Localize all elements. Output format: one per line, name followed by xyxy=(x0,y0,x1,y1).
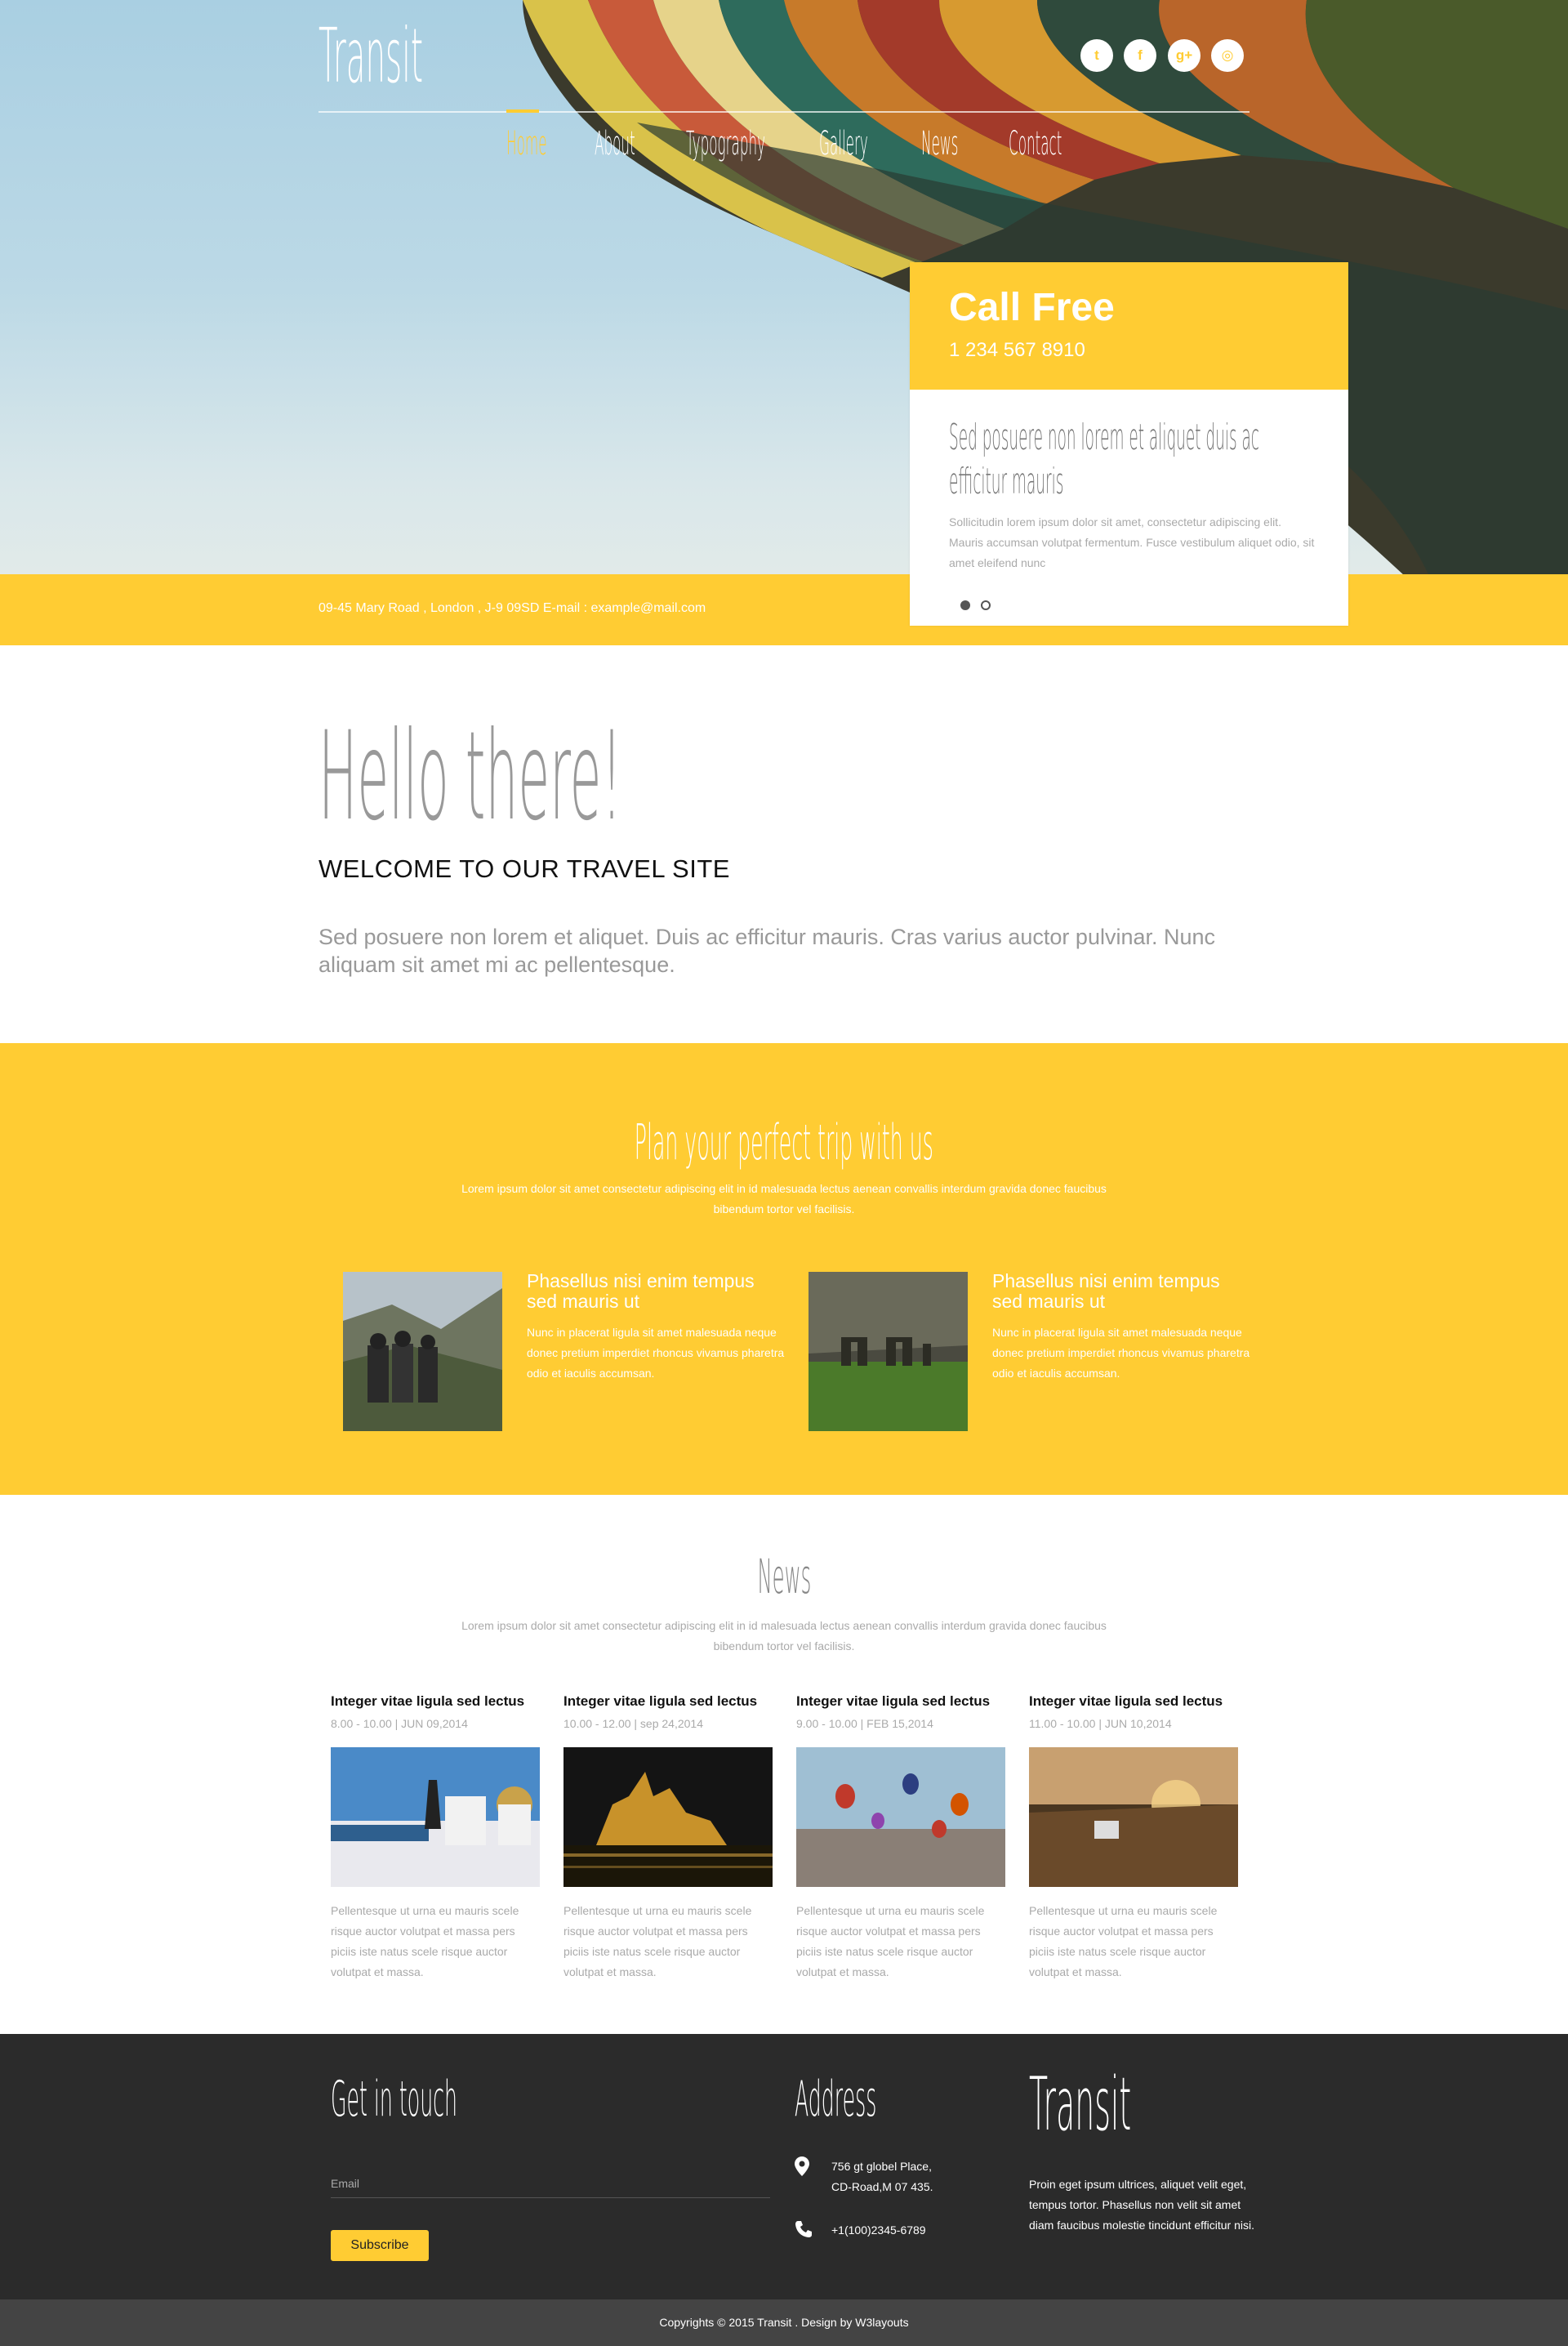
news-image-santorini[interactable] xyxy=(331,1747,540,1887)
news-item-title[interactable]: Integer vitae ligula sed lectus xyxy=(1029,1693,1223,1710)
footer: Get in touch Email Subscribe Address 756… xyxy=(0,2034,1568,2299)
feature-title: Phasellus nisi enim tempus sed mauris ut xyxy=(992,1270,1220,1312)
twitter-icon[interactable]: t xyxy=(1080,39,1113,72)
nav-active-indicator xyxy=(506,109,539,113)
contact-address: 09-45 Mary Road , London , J-9 09SD E-ma… xyxy=(318,601,706,615)
news-image-night-castle[interactable] xyxy=(564,1747,773,1887)
dribbble-icon[interactable]: ◎ xyxy=(1211,39,1244,72)
news-image-balloons[interactable] xyxy=(796,1747,1005,1887)
slider-dot[interactable] xyxy=(981,600,991,610)
slider-dot-active[interactable] xyxy=(960,600,970,610)
address-line: 756 gt globel Place, xyxy=(831,2160,932,2173)
nav-news[interactable]: News xyxy=(921,127,1009,160)
feature-image-hikers xyxy=(343,1272,502,1431)
slide-text: Sollicitudin lorem ipsum dolor sit amet,… xyxy=(949,515,1315,569)
plan-section: Plan your perfect trip with us Lorem ips… xyxy=(0,1043,1568,1495)
site-logo[interactable]: Transit xyxy=(318,19,564,94)
news-item-title[interactable]: Integer vitae ligula sed lectus xyxy=(331,1693,524,1710)
header-divider xyxy=(318,111,1250,113)
news-image-desert-car[interactable] xyxy=(1029,1747,1238,1887)
address-line: CD-Road,M 07 435. xyxy=(831,2180,933,2193)
plan-intro: Lorem ipsum dolor sit amet consectetur a… xyxy=(461,1182,1107,1215)
news-item-date: 9.00 - 10.00 | FEB 15,2014 xyxy=(796,1717,933,1730)
plan-title: Plan your perfect trip with us xyxy=(634,1114,934,1171)
nav-gallery[interactable]: Gallery xyxy=(819,127,935,160)
nav-home[interactable]: Home xyxy=(506,127,603,160)
address-title: Address xyxy=(795,2071,877,2128)
welcome-title: WELCOME TO OUR TRAVEL SITE xyxy=(318,854,730,883)
news-item-date: 10.00 - 12.00 | sep 24,2014 xyxy=(564,1717,703,1730)
feature-title: Phasellus nisi enim tempus sed mauris ut xyxy=(527,1270,755,1312)
feature-text: Nunc in placerat ligula sit amet malesua… xyxy=(992,1326,1250,1380)
slide-heading: Sed posuere non lorem et aliquet duis ac… xyxy=(949,417,1259,502)
news-item-text: Pellentesque ut urna eu mauris scele ris… xyxy=(331,1904,519,1978)
news-item-text: Pellentesque ut urna eu mauris scele ris… xyxy=(796,1904,985,1978)
get-in-touch-title: Get in touch xyxy=(331,2071,458,2128)
footer-phone: +1(100)2345-6789 xyxy=(831,2223,926,2237)
news-item-text: Pellentesque ut urna eu mauris scele ris… xyxy=(564,1904,752,1978)
welcome-text: Sed posuere non lorem et aliquet. Duis a… xyxy=(318,925,1216,977)
news-item-title[interactable]: Integer vitae ligula sed lectus xyxy=(796,1693,990,1710)
call-free-slider: Call Free 1 234 567 8910 Sed posuere non… xyxy=(910,262,1348,626)
google-plus-icon[interactable]: g+ xyxy=(1168,39,1200,72)
facebook-icon[interactable]: f xyxy=(1124,39,1156,72)
feature-text: Nunc in placerat ligula sit amet malesua… xyxy=(527,1326,785,1380)
address-text: 756 gt globel Place, CD-Road,M 07 435. xyxy=(831,2156,933,2197)
email-input-underline xyxy=(331,2197,770,2198)
copyright: Copyrights © 2015 Transit . Design by W3… xyxy=(0,2299,1568,2346)
news-item-title[interactable]: Integer vitae ligula sed lectus xyxy=(564,1693,757,1710)
footer-logo: Transit xyxy=(1029,2062,1132,2148)
phone-icon xyxy=(795,2220,813,2243)
news-item-date: 11.00 - 10.00 | JUN 10,2014 xyxy=(1029,1717,1172,1730)
feature-image-stonehenge xyxy=(808,1272,968,1431)
footer-about: Proin eget ipsum ultrices, aliquet velit… xyxy=(1029,2178,1254,2232)
call-free-phone[interactable]: 1 234 567 8910 xyxy=(949,339,1085,362)
location-pin-icon xyxy=(795,2156,809,2181)
news-item-text: Pellentesque ut urna eu mauris scele ris… xyxy=(1029,1904,1218,1978)
call-free-title: Call Free xyxy=(949,286,1115,329)
nav-about[interactable]: About xyxy=(595,127,691,160)
call-free-header: Call Free 1 234 567 8910 xyxy=(910,262,1348,390)
news-item-date: 8.00 - 10.00 | JUN 09,2014 xyxy=(331,1717,468,1730)
news-title: News xyxy=(757,1549,811,1604)
nav-contact[interactable]: Contact xyxy=(1009,127,1136,160)
hello-heading: Hello there! xyxy=(318,706,622,848)
news-intro: Lorem ipsum dolor sit amet consectetur a… xyxy=(461,1619,1107,1652)
subscribe-button[interactable]: Subscribe xyxy=(331,2230,429,2261)
email-input[interactable]: Email xyxy=(331,2177,359,2190)
